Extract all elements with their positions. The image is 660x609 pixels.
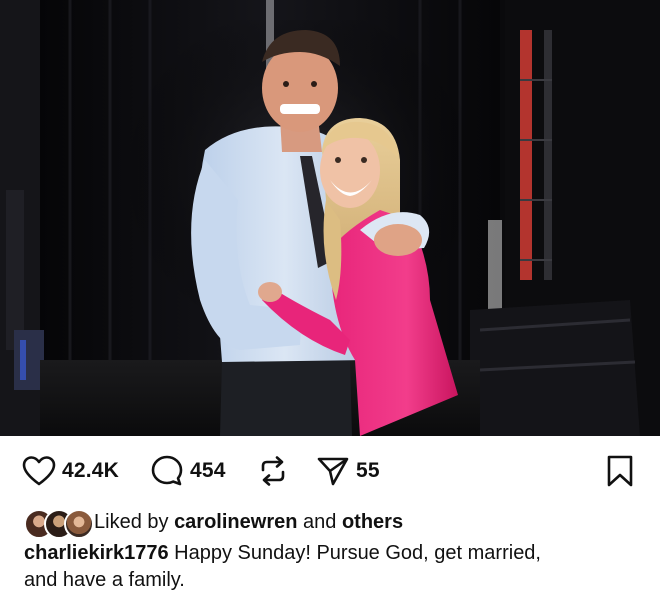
- caption-username-link[interactable]: charliekirk1776: [24, 542, 169, 564]
- post-photo-image: [0, 0, 660, 436]
- comment-button[interactable]: 454: [150, 454, 226, 488]
- repost-button[interactable]: [257, 454, 289, 488]
- heart-icon[interactable]: [22, 455, 56, 487]
- liked-by-user-link[interactable]: carolinewren: [174, 511, 297, 533]
- liked-by-others-link[interactable]: others: [342, 511, 403, 533]
- comment-count[interactable]: 454: [190, 459, 226, 483]
- comment-bubble-icon[interactable]: [150, 454, 184, 488]
- save-button[interactable]: [606, 454, 634, 488]
- share-button[interactable]: 55: [316, 454, 380, 488]
- liked-by-row: Liked by carolinewren and others: [24, 505, 403, 539]
- action-bar: 42.4K 454 55: [0, 436, 660, 506]
- bookmark-icon[interactable]: [606, 454, 634, 488]
- liked-by-text: Liked by carolinewren and others: [94, 511, 403, 534]
- share-count[interactable]: 55: [356, 459, 380, 483]
- avatar[interactable]: [64, 509, 94, 539]
- liker-avatars[interactable]: [24, 507, 94, 539]
- like-count[interactable]: 42.4K: [62, 459, 119, 483]
- post-caption: charliekirk1776 Happy Sunday! Pursue God…: [24, 540, 624, 594]
- like-button[interactable]: 42.4K: [22, 454, 119, 488]
- send-icon[interactable]: [316, 454, 350, 488]
- instagram-post: 42.4K 454 55 Liked by carolinewren and o…: [0, 0, 660, 609]
- liked-by-prefix: Liked by: [94, 510, 169, 533]
- repost-icon[interactable]: [257, 454, 289, 488]
- post-photo[interactable]: [0, 0, 660, 436]
- liked-by-joiner: and: [303, 510, 337, 533]
